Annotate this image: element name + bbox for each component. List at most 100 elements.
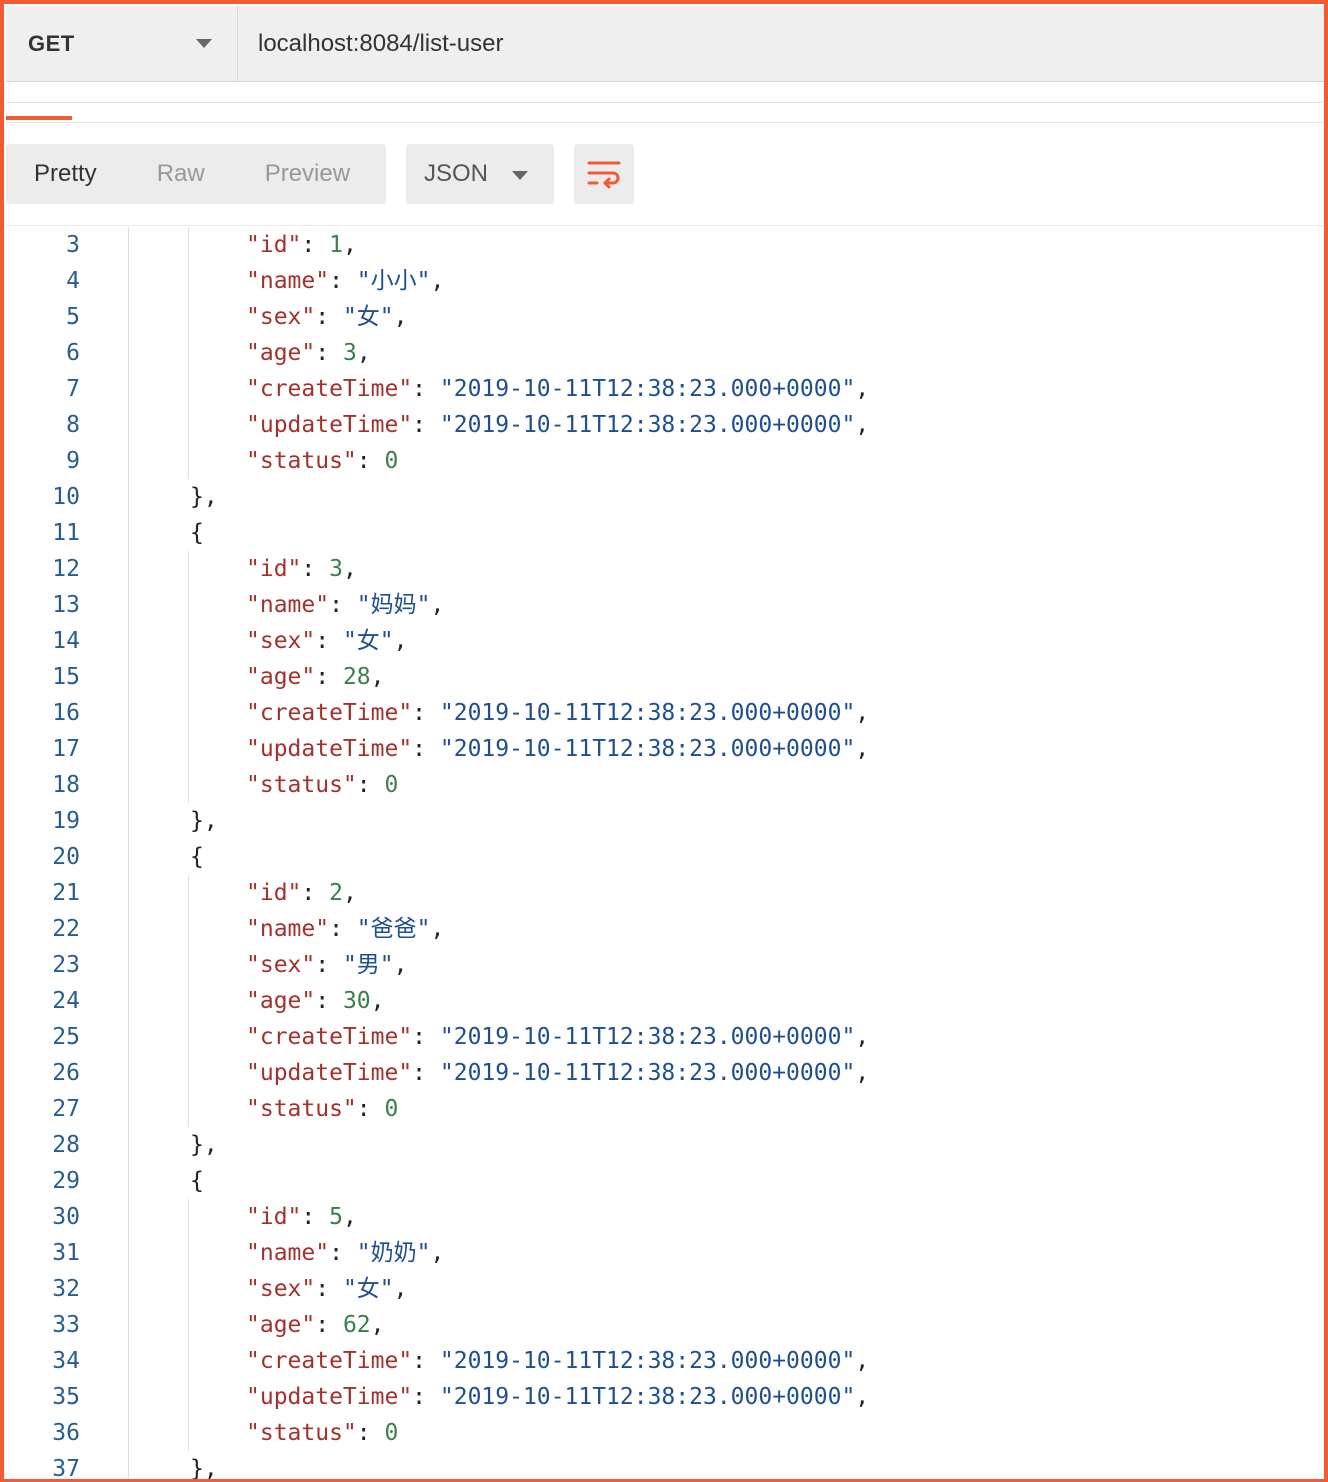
json-key: "createTime" (246, 1024, 413, 1050)
json-comma: , (855, 376, 870, 402)
json-colon: : (356, 448, 385, 474)
code-text: }, (190, 803, 218, 839)
line-number: 18 (52, 772, 80, 798)
code-text: "name": "小小", (246, 263, 444, 299)
json-comma: , (855, 1384, 870, 1410)
json-key: "id" (246, 1204, 302, 1230)
json-colon: : (315, 664, 343, 690)
json-key: "sex" (246, 1276, 316, 1302)
json-number-value: 28 (342, 664, 371, 690)
code-text: "updateTime": "2019-10-11T12:38:23.000+0… (246, 1379, 869, 1415)
line-number: 22 (52, 916, 80, 942)
json-colon: : (412, 412, 440, 438)
line-number: 12 (52, 556, 80, 582)
code-line: 8 "updateTime": "2019-10-11T12:38:23.000+… (6, 407, 1324, 443)
json-comma: , (430, 916, 445, 942)
code-line: 24 "age": 30, (6, 983, 1324, 1019)
json-comma: , (393, 304, 408, 330)
json-key: "age" (246, 340, 316, 366)
code-line: 26 "updateTime": "2019-10-11T12:38:23.000… (6, 1055, 1324, 1091)
code-line: 31 "name": "奶奶", (6, 1235, 1324, 1271)
json-colon: : (412, 1024, 440, 1050)
code-text: "status": 0 (246, 767, 398, 803)
code-text: "id": 5, (246, 1199, 357, 1235)
code-line: 25 "createTime": "2019-10-11T12:38:23.000… (6, 1019, 1324, 1055)
json-key: "createTime" (246, 376, 413, 402)
json-comma: , (855, 412, 870, 438)
divider (6, 102, 1324, 103)
line-number: 7 (66, 376, 80, 402)
url-input[interactable]: localhost:8084/list-user (258, 6, 503, 82)
json-colon: : (315, 340, 343, 366)
json-comma: , (430, 268, 445, 294)
code-text: "status": 0 (246, 1415, 398, 1451)
line-number: 17 (52, 736, 80, 762)
line-number: 35 (52, 1384, 80, 1410)
code-line: 18 "status": 0 (6, 767, 1324, 803)
json-comma: , (356, 340, 371, 366)
json-number-value: 5 (329, 1204, 343, 1230)
json-comma: , (393, 1276, 408, 1302)
json-string-value: "奶奶" (356, 1240, 431, 1266)
json-comma: , (855, 700, 870, 726)
json-colon: : (412, 1348, 440, 1374)
json-colon: : (412, 376, 440, 402)
chevron-down-icon (512, 171, 528, 180)
code-text: "sex": "女", (246, 1271, 408, 1307)
code-line: 34 "createTime": "2019-10-11T12:38:23.000… (6, 1343, 1324, 1379)
json-key: "name" (246, 592, 330, 618)
json-colon: : (315, 628, 343, 654)
format-select[interactable]: JSON (406, 144, 554, 204)
json-string-value: "妈妈" (356, 592, 431, 618)
json-colon: : (412, 1384, 440, 1410)
json-key: "id" (246, 232, 302, 258)
code-text: }, (190, 1451, 218, 1479)
json-comma: , (393, 952, 408, 978)
code-line: 6 "age": 3, (6, 335, 1324, 371)
line-number: 36 (52, 1420, 80, 1446)
divider (6, 122, 1324, 123)
line-number: 32 (52, 1276, 80, 1302)
code-text: "createTime": "2019-10-11T12:38:23.000+0… (246, 1343, 869, 1379)
json-key: "updateTime" (246, 1060, 413, 1086)
code-line: 11 { (6, 515, 1324, 551)
wrap-lines-button[interactable] (574, 144, 634, 204)
code-line: 22 "name": "爸爸", (6, 911, 1324, 947)
line-number: 8 (66, 412, 80, 438)
code-line: 27 "status": 0 (6, 1091, 1324, 1127)
json-colon: : (356, 1096, 385, 1122)
view-pretty-button[interactable]: Pretty (6, 160, 97, 188)
line-number: 27 (52, 1096, 80, 1122)
code-line: 35 "updateTime": "2019-10-11T12:38:23.000… (6, 1379, 1324, 1415)
json-string-value: "男" (342, 952, 394, 978)
method-select[interactable]: GET (6, 6, 238, 82)
active-tab-indicator (6, 116, 72, 120)
line-number: 3 (66, 232, 80, 258)
json-string-value: "2019-10-11T12:38:23.000+0000" (439, 700, 856, 726)
code-text: "id": 1, (246, 227, 357, 263)
code-line: 23 "sex": "男", (6, 947, 1324, 983)
code-line: 10}, (6, 479, 1324, 515)
code-text: { (190, 1163, 204, 1199)
code-text: "name": "爸爸", (246, 911, 444, 947)
json-number-value: 30 (342, 988, 371, 1014)
view-raw-button[interactable]: Raw (97, 160, 205, 188)
line-number: 11 (52, 520, 80, 546)
response-body-viewer[interactable]: 3 "id": 1, 4 "name": "小小", 5 "sex": "女", 6 "age… (6, 227, 1324, 1479)
line-number: 34 (52, 1348, 80, 1374)
code-text: "name": "奶奶", (246, 1235, 444, 1271)
line-number: 28 (52, 1132, 80, 1158)
code-text: "updateTime": "2019-10-11T12:38:23.000+0… (246, 1055, 869, 1091)
code-line: 30 "id": 5, (6, 1199, 1324, 1235)
view-preview-button[interactable]: Preview (205, 160, 350, 188)
json-colon: : (329, 1240, 357, 1266)
json-number-value: 3 (329, 556, 343, 582)
line-number: 25 (52, 1024, 80, 1050)
json-colon: : (315, 304, 343, 330)
json-number-value: 3 (342, 340, 357, 366)
json-string-value: "小小" (356, 268, 431, 294)
json-colon: : (356, 1420, 385, 1446)
code-text: "id": 3, (246, 551, 357, 587)
line-number: 21 (52, 880, 80, 906)
code-line: 13 "name": "妈妈", (6, 587, 1324, 623)
